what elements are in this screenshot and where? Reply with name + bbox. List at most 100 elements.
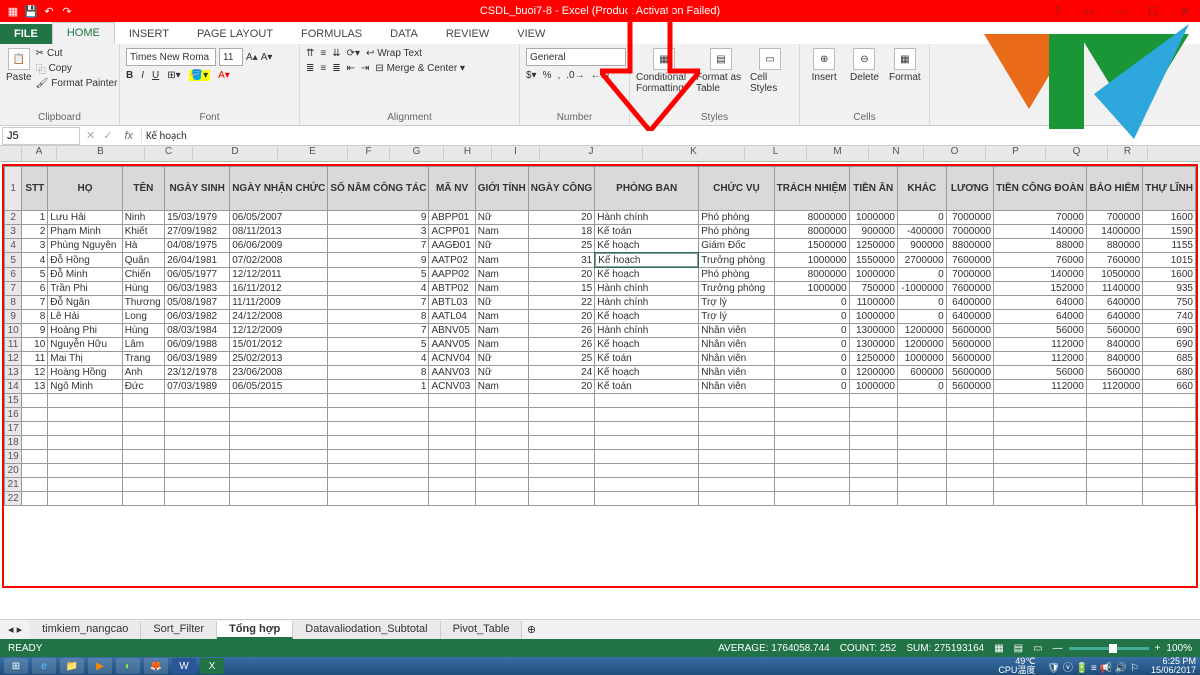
cell[interactable]: 22 bbox=[528, 296, 595, 310]
view-page-layout-icon[interactable]: ▤ bbox=[1014, 643, 1023, 654]
cell[interactable]: 15 bbox=[528, 282, 595, 296]
cell[interactable]: ABTL03 bbox=[429, 296, 475, 310]
cell[interactable]: 16/11/2012 bbox=[230, 282, 328, 296]
word-icon[interactable]: W bbox=[172, 658, 196, 674]
cell[interactable]: 20 bbox=[528, 380, 595, 394]
excel-icon[interactable]: X bbox=[200, 658, 224, 674]
cell[interactable]: 15/03/1979 bbox=[165, 211, 230, 225]
cell[interactable]: 1155 bbox=[1143, 239, 1196, 253]
cell[interactable]: ABTP02 bbox=[429, 282, 475, 296]
italic-button[interactable]: I bbox=[141, 70, 144, 81]
cell[interactable]: 1000000 bbox=[897, 352, 946, 366]
cell[interactable]: 1590 bbox=[1143, 225, 1196, 239]
percent-format-icon[interactable]: % bbox=[543, 70, 552, 81]
cell[interactable]: Nam bbox=[475, 310, 528, 324]
cell[interactable]: ACNV03 bbox=[429, 380, 475, 394]
cell[interactable]: Nữ bbox=[475, 352, 528, 366]
cell[interactable]: 25 bbox=[528, 239, 595, 253]
cell[interactable]: 5 bbox=[328, 268, 429, 282]
cell[interactable]: 06/03/1982 bbox=[165, 310, 230, 324]
tab-review[interactable]: REVIEW bbox=[432, 24, 503, 44]
undo-icon[interactable]: ↶ bbox=[42, 4, 56, 18]
cell[interactable]: 7 bbox=[328, 296, 429, 310]
cell[interactable]: 56000 bbox=[994, 366, 1087, 380]
cell[interactable]: 11 bbox=[22, 352, 48, 366]
cell[interactable]: 25 bbox=[528, 352, 595, 366]
cell[interactable]: 07/03/1989 bbox=[165, 380, 230, 394]
cell-styles-button[interactable]: ▭Cell Styles bbox=[750, 48, 790, 94]
cell[interactable]: 690 bbox=[1143, 338, 1196, 352]
cell[interactable]: AATL04 bbox=[429, 310, 475, 324]
select-all-corner[interactable] bbox=[0, 146, 22, 161]
cell[interactable]: 7 bbox=[328, 324, 429, 338]
align-left-icon[interactable]: ≣ bbox=[306, 63, 314, 74]
cell[interactable]: ACPP01 bbox=[429, 225, 475, 239]
cell[interactable]: Phó phòng bbox=[699, 211, 774, 225]
cell[interactable]: 1200000 bbox=[849, 366, 897, 380]
cell[interactable]: 700000 bbox=[1086, 211, 1142, 225]
cell[interactable]: 690 bbox=[1143, 324, 1196, 338]
cell[interactable]: 1000000 bbox=[849, 380, 897, 394]
cell[interactable]: Trợ lý bbox=[699, 296, 774, 310]
align-middle-icon[interactable]: ≡ bbox=[320, 48, 326, 59]
comma-format-icon[interactable]: , bbox=[558, 70, 561, 81]
cell[interactable]: Hùng bbox=[122, 324, 164, 338]
cell[interactable]: 140000 bbox=[994, 268, 1087, 282]
cell[interactable]: 7 bbox=[22, 296, 48, 310]
tray-icons[interactable]: 🛡 ⓥ 🔋 ≡ 📢 🔊 ⚐ bbox=[1047, 659, 1139, 674]
cell[interactable]: 560000 bbox=[1086, 366, 1142, 380]
cancel-formula-icon[interactable]: ✕ bbox=[82, 129, 99, 142]
column-header-I[interactable]: I bbox=[492, 146, 540, 161]
cell[interactable]: 18 bbox=[528, 225, 595, 239]
cell[interactable]: 70000 bbox=[994, 211, 1087, 225]
cell[interactable]: 0 bbox=[897, 268, 946, 282]
sheet-tab[interactable]: Sort_Filter bbox=[141, 621, 217, 639]
table-row[interactable]: 87Đỗ NgânThương05/08/198711/11/20097ABTL… bbox=[5, 296, 1196, 310]
cell[interactable]: 7000000 bbox=[946, 211, 993, 225]
cell[interactable]: 7000000 bbox=[946, 225, 993, 239]
cell[interactable]: 680 bbox=[1143, 366, 1196, 380]
cell[interactable]: 1100000 bbox=[849, 296, 897, 310]
close-button[interactable]: ✕ bbox=[1170, 0, 1200, 22]
cell[interactable]: 900000 bbox=[849, 225, 897, 239]
paste-button[interactable]: 📋Paste bbox=[6, 48, 32, 83]
cell[interactable]: 0 bbox=[897, 296, 946, 310]
cell[interactable]: 1550000 bbox=[849, 253, 897, 268]
column-header-A[interactable]: A bbox=[22, 146, 57, 161]
cell[interactable]: 6400000 bbox=[946, 310, 993, 324]
cell[interactable]: Chiến bbox=[122, 268, 164, 282]
table-row[interactable]: 98Lê HảiLong06/03/198224/12/20088AATL04N… bbox=[5, 310, 1196, 324]
cell[interactable]: 5600000 bbox=[946, 352, 993, 366]
cell[interactable]: 5 bbox=[22, 268, 48, 282]
cell[interactable]: 900000 bbox=[897, 239, 946, 253]
cell[interactable]: 0 bbox=[774, 310, 849, 324]
cell[interactable]: Nam bbox=[475, 282, 528, 296]
explorer-icon[interactable]: 📁 bbox=[60, 658, 84, 674]
cell[interactable]: 640000 bbox=[1086, 296, 1142, 310]
cell[interactable]: Kế hoạch bbox=[595, 310, 699, 324]
column-header-G[interactable]: G bbox=[390, 146, 444, 161]
sheet-tab[interactable]: Tổng hợp bbox=[217, 621, 293, 639]
cell[interactable]: 9 bbox=[328, 211, 429, 225]
cell[interactable]: 1250000 bbox=[849, 352, 897, 366]
cell[interactable]: 1 bbox=[328, 380, 429, 394]
help-button[interactable]: ? bbox=[1042, 0, 1072, 22]
sheet-tab[interactable]: Datavaliodation_Subtotal bbox=[293, 621, 440, 639]
cell[interactable]: Phó phòng bbox=[699, 268, 774, 282]
name-box[interactable] bbox=[2, 127, 80, 145]
cell[interactable]: 4 bbox=[328, 282, 429, 296]
column-header-C[interactable]: C bbox=[145, 146, 193, 161]
cell[interactable]: Hành chính bbox=[595, 211, 699, 225]
cell[interactable]: Kế toán bbox=[595, 225, 699, 239]
cell[interactable]: 1400000 bbox=[1086, 225, 1142, 239]
cell[interactable]: Đỗ Hồng bbox=[48, 253, 122, 268]
cell[interactable]: Anh bbox=[122, 366, 164, 380]
orientation-icon[interactable]: ⟳▾ bbox=[347, 48, 360, 59]
cell[interactable]: 1050000 bbox=[1086, 268, 1142, 282]
cell[interactable]: 20 bbox=[528, 268, 595, 282]
column-header-F[interactable]: F bbox=[348, 146, 390, 161]
cell[interactable]: 1015 bbox=[1143, 253, 1196, 268]
column-header-Q[interactable]: Q bbox=[1046, 146, 1108, 161]
cell[interactable]: Phùng Nguyên bbox=[48, 239, 122, 253]
increase-decimal-icon[interactable]: .0→ bbox=[566, 70, 584, 81]
